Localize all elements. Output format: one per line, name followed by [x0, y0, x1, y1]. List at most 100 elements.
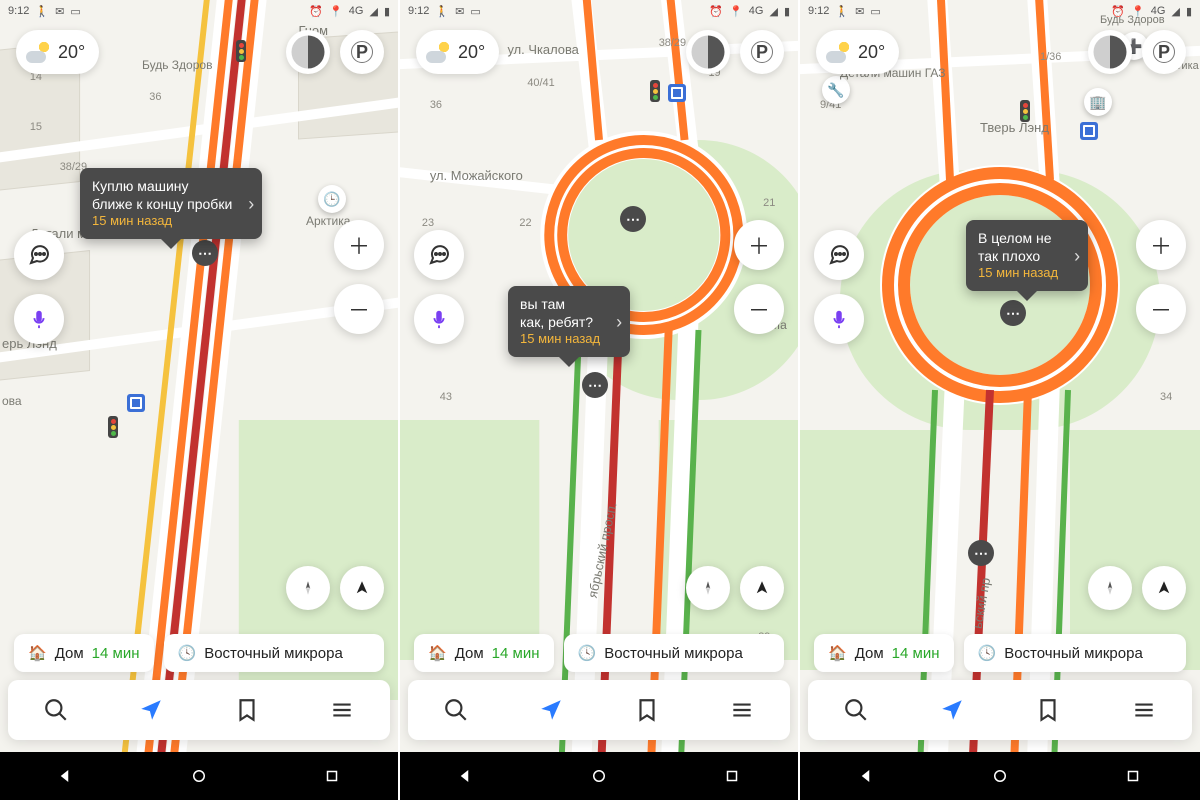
comment-marker-icon[interactable] [1000, 300, 1026, 326]
chip-dest-label: Восточный микрора [204, 645, 343, 662]
destination-chips: 🏠Дом14 мин 🕓Восточный микрора [414, 634, 784, 672]
chip-home[interactable]: 🏠Дом14 мин [414, 634, 554, 672]
comment-marker-icon[interactable] [582, 372, 608, 398]
weather-pill[interactable]: 20° [416, 30, 499, 74]
android-recents-button[interactable] [723, 767, 741, 785]
chip-home-time: 14 мин [892, 645, 940, 662]
status-bar: 9:12🚶✉▭ ⏰📍4G◢▮ [400, 0, 798, 22]
traffic-layer-button[interactable] [686, 30, 730, 74]
android-home-button[interactable] [190, 767, 208, 785]
chip-destination[interactable]: 🕓Восточный микрора [564, 634, 785, 672]
bookmarks-button[interactable] [619, 682, 675, 738]
poi-bud-zdorov: Будь Здоров [142, 58, 212, 72]
battery-icon: ▮ [384, 5, 390, 18]
busstop-icon[interactable] [668, 84, 686, 102]
tooltip-timestamp: 15 мин назад [92, 213, 232, 229]
busstop-icon[interactable] [1080, 122, 1098, 140]
svg-text:40/41: 40/41 [527, 77, 554, 89]
search-button[interactable] [828, 682, 884, 738]
compass-button[interactable] [1088, 566, 1132, 610]
android-home-button[interactable] [991, 767, 1009, 785]
comment-marker-icon[interactable] [192, 240, 218, 266]
navigate-button[interactable] [523, 682, 579, 738]
zoom-out-button[interactable]: － [734, 284, 784, 334]
locate-me-button[interactable] [740, 566, 784, 610]
zoom-in-button[interactable]: ＋ [1136, 220, 1186, 270]
compass-button[interactable] [686, 566, 730, 610]
bookmarks-button[interactable] [1020, 682, 1076, 738]
android-nav-bar [400, 752, 798, 800]
zoom-in-button[interactable]: ＋ [734, 220, 784, 270]
svg-text:36: 36 [149, 91, 161, 103]
comment-tooltip[interactable]: вы там как, ребят? 15 мин назад › [508, 286, 630, 357]
compass-button[interactable] [286, 566, 330, 610]
clock-icon: 🕓 [178, 644, 197, 662]
trafficlight-icon [1020, 100, 1030, 122]
android-back-button[interactable] [457, 767, 475, 785]
menu-button[interactable] [714, 682, 770, 738]
mail-icon: ✉ [455, 5, 464, 18]
bottom-toolbar [408, 680, 790, 740]
comment-tooltip[interactable]: В целом не так плохо 15 мин назад › [966, 220, 1088, 291]
network-label: 4G [1151, 5, 1166, 17]
sim-icon: ▭ [470, 5, 480, 18]
svg-text:15: 15 [30, 121, 42, 133]
location-icon: 📍 [1131, 5, 1145, 18]
locate-me-button[interactable] [1142, 566, 1186, 610]
traffic-layer-button[interactable] [286, 30, 330, 74]
poi-tools-dot[interactable]: 🔧 [822, 76, 850, 104]
sim-icon: ▭ [870, 5, 880, 18]
tooltip-line1: Куплю машину [92, 178, 232, 196]
poi-building-dot[interactable]: 🏢 [1084, 88, 1112, 116]
chip-home[interactable]: 🏠Дом14 мин [814, 634, 954, 672]
chat-button[interactable] [414, 230, 464, 280]
poi-tver-lend: Тверь Лэнд [980, 120, 1049, 135]
network-label: 4G [349, 5, 364, 17]
home-icon: 🏠 [428, 644, 447, 662]
zoom-out-button[interactable]: － [334, 284, 384, 334]
navigate-button[interactable] [123, 682, 179, 738]
chat-button[interactable] [814, 230, 864, 280]
zoom-in-button[interactable]: ＋ [334, 220, 384, 270]
poi-arktika-dot[interactable]: 🕒 [318, 185, 346, 213]
search-button[interactable] [28, 682, 84, 738]
chip-destination[interactable]: 🕓Восточный микрора [964, 634, 1187, 672]
bookmarks-button[interactable] [219, 682, 275, 738]
android-recents-button[interactable] [323, 767, 341, 785]
zoom-out-button[interactable]: － [1136, 284, 1186, 334]
voice-button[interactable] [14, 294, 64, 344]
tooltip-line2: так плохо [978, 248, 1058, 266]
chip-home[interactable]: 🏠 Дом 14 мин [14, 634, 154, 672]
menu-button[interactable] [314, 682, 370, 738]
android-recents-button[interactable] [1124, 767, 1142, 785]
locate-me-button[interactable] [340, 566, 384, 610]
weather-pill[interactable]: 20° [16, 30, 99, 74]
comment-marker-icon[interactable] [620, 206, 646, 232]
parking-button[interactable]: P [340, 30, 384, 74]
svg-text:22: 22 [519, 217, 531, 229]
traffic-layer-button[interactable] [1088, 30, 1132, 74]
navigate-button[interactable] [924, 682, 980, 738]
signal-icon: ◢ [1171, 5, 1179, 18]
svg-text:ьский пр: ьский пр [969, 577, 993, 630]
destination-chips: 🏠Дом14 мин 🕓Восточный микрора [814, 634, 1186, 672]
android-home-button[interactable] [590, 767, 608, 785]
voice-button[interactable] [414, 294, 464, 344]
menu-button[interactable] [1116, 682, 1172, 738]
comment-marker-icon[interactable] [968, 540, 994, 566]
search-button[interactable] [428, 682, 484, 738]
tooltip-line1: вы там [520, 296, 600, 314]
android-back-button[interactable] [57, 767, 75, 785]
chat-button[interactable] [14, 230, 64, 280]
android-back-button[interactable] [858, 767, 876, 785]
comment-tooltip[interactable]: Куплю машину ближе к концу пробки 15 мин… [80, 168, 262, 239]
parking-button[interactable]: P [1142, 30, 1186, 74]
chip-destination[interactable]: 🕓 Восточный микрора [164, 634, 385, 672]
trafficlight-icon [236, 40, 246, 62]
weather-pill[interactable]: 20° [816, 30, 899, 74]
network-label: 4G [749, 5, 764, 17]
busstop-icon[interactable] [127, 394, 145, 412]
android-nav-bar [800, 752, 1200, 800]
parking-button[interactable]: P [740, 30, 784, 74]
voice-button[interactable] [814, 294, 864, 344]
